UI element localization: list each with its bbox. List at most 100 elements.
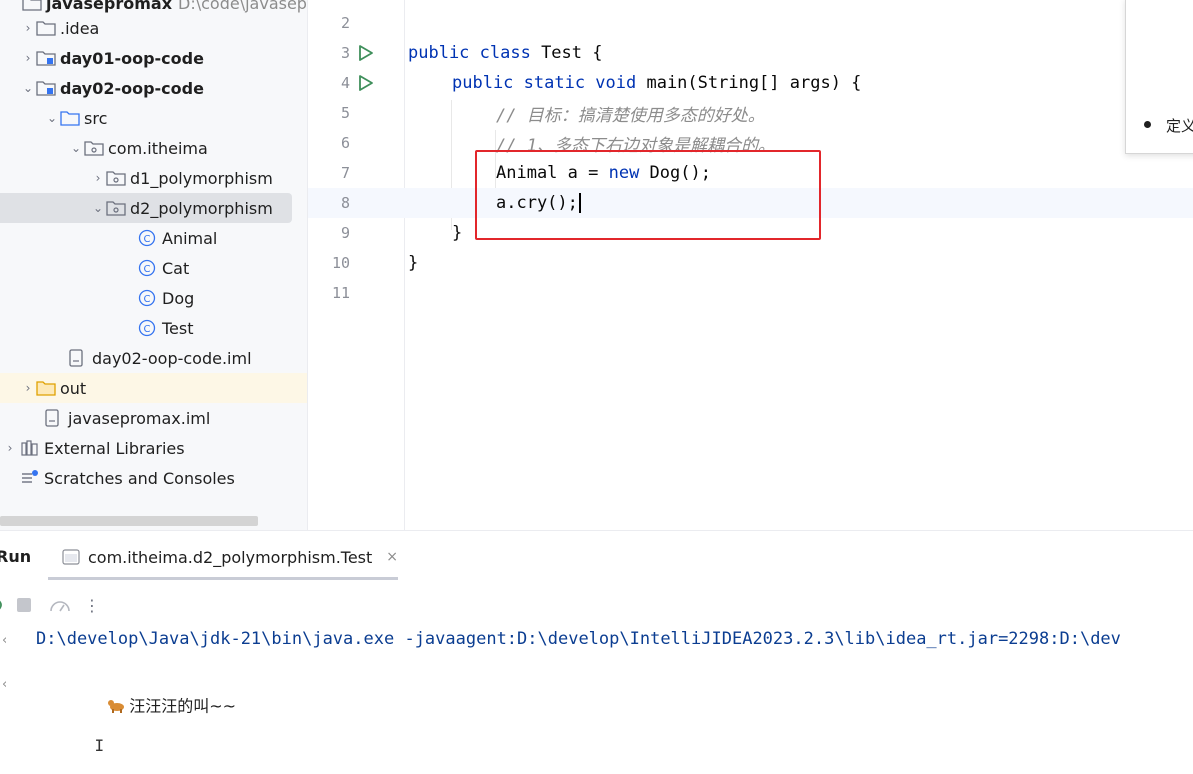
horizontal-scrollbar[interactable] [0,516,258,526]
tree-item-day01[interactable]: › day01-oop-code [0,43,307,73]
profiler-icon[interactable] [48,596,72,614]
line-number: 9 [340,224,350,242]
class-icon: C [138,259,160,277]
chevron-right-icon[interactable]: › [20,381,36,395]
doc-popup: 定义 [1125,0,1193,154]
code-editor[interactable]: 2 3 public class Test { 4 public static … [307,0,1193,530]
tree-item-label: day01-oop-code [60,48,204,68]
module-folder-icon [36,79,58,97]
chevron-up-icon[interactable]: ‹ [2,633,7,648]
more-options-icon[interactable]: ⋮ [84,596,100,615]
tree-item-d2-polymorphism[interactable]: ⌄ d2_polymorphism [0,193,292,223]
line-number: 2 [340,14,350,32]
tree-item-javasepromax-iml[interactable]: javasepromax.iml [0,403,307,433]
close-icon[interactable]: × [386,549,398,565]
tree-item-day02-iml[interactable]: day02-oop-code.iml [0,343,307,373]
tree-item-label: com.itheima [108,138,208,158]
tree-item-label: d2_polymorphism [130,198,273,218]
code-line-current[interactable]: 8 a.cry(); [308,188,1193,218]
tree-item-label: External Libraries [44,438,185,458]
code-line[interactable]: 7 Animal a = new Dog(); [308,158,1193,188]
tree-item-label: Cat [162,258,190,278]
tree-item-src[interactable]: ⌄ src [0,103,307,133]
run-tool-window: Run com.itheima.d2_polymorphism.Test × ⋮… [0,530,1193,755]
chevron-right-icon[interactable]: › [90,171,106,185]
line-number: 5 [340,104,350,122]
rerun-icon[interactable] [0,596,6,614]
file-icon [44,409,66,427]
tree-item-label: out [60,378,87,398]
tree-item-test[interactable]: C Test [0,313,307,343]
chevron-right-icon[interactable]: › [0,441,20,455]
tree-item-day02[interactable]: ⌄ day02-oop-code [0,73,307,103]
console-output-line: 汪汪汪的叫~~ I [36,659,237,774]
chevron-down-icon[interactable]: ‹ [2,677,7,692]
code-text: public static void main(String[] args) { [452,73,861,93]
run-gutter-icon[interactable] [358,74,374,91]
code-comment: // 1、多态下右边对象是解耦合的。 [496,135,775,156]
tree-item-cat[interactable]: C Cat [0,253,307,283]
chevron-down-icon[interactable]: ⌄ [44,111,60,125]
code-line[interactable]: 10 } [308,248,1193,278]
code-line[interactable]: 6 // 1、多态下右边对象是解耦合的。 [308,128,1193,158]
tree-item-dog[interactable]: C Dog [0,283,307,313]
package-icon [106,169,128,187]
run-gutter-icon[interactable] [358,44,374,61]
code-text: a.cry(); [496,193,581,213]
code-fragment: Dog(); [639,163,711,183]
keyword: new [608,163,640,183]
chevron-down-icon[interactable]: ⌄ [68,141,84,155]
tree-item-label: src [84,108,108,128]
code-line[interactable]: 2 [308,8,1193,38]
svg-text:C: C [144,264,151,275]
stop-icon[interactable] [16,597,32,613]
svg-text:C: C [144,234,151,245]
code-comment: // 目标：搞清楚使用多态的好处。 [496,105,765,126]
line-number: 6 [340,134,350,152]
tree-item-animal[interactable]: C Animal [0,223,307,253]
code-fragment: a.cry(); [496,193,578,213]
excluded-folder-icon [36,379,58,397]
keyword: public static void [452,73,637,93]
tree-item-label: Test [162,318,194,338]
line-number: 11 [331,284,350,302]
scratches-icon [20,469,42,487]
code-line[interactable]: 5 // 目标：搞清楚使用多态的好处。 [308,98,1193,128]
code-fragment: Animal a = [496,163,609,183]
svg-text:C: C [144,294,151,305]
package-icon [84,139,106,157]
tree-item-out[interactable]: › out [0,373,307,403]
run-toolbar: ⋮ [0,593,100,617]
tree-root-label: javasepromax [46,0,173,13]
code-line[interactable]: 9 } [308,218,1193,248]
tree-item-idea[interactable]: › .idea [0,13,307,43]
code-line[interactable]: 4 public static void main(String[] args)… [308,68,1193,98]
svg-text:C: C [144,324,151,335]
console-output[interactable]: D:\develop\Java\jdk-21\bin\java.exe -jav… [20,619,1193,755]
chevron-right-icon[interactable]: › [20,51,36,65]
project-tree-panel: javasepromax D:\code\javasepro › .idea ›… [0,0,307,530]
module-folder-icon [22,0,44,12]
tree-item-label: Animal [162,228,218,248]
code-line[interactable]: 3 public class Test { [308,38,1193,68]
run-tab-label: com.itheima.d2_polymorphism.Test [88,547,373,567]
source-folder-icon [60,109,82,127]
chevron-down-icon[interactable]: ⌄ [20,81,36,95]
run-config-tab[interactable]: com.itheima.d2_polymorphism.Test × [48,537,398,577]
tab-underline [48,577,398,580]
file-icon [68,349,90,367]
tree-item-external-libraries[interactable]: › External Libraries [0,433,307,463]
tree-item-d1-polymorphism[interactable]: › d1_polymorphism [0,163,307,193]
chevron-right-icon[interactable]: › [20,21,36,35]
tree-item-scratches[interactable]: Scratches and Consoles [0,463,307,493]
class-icon: C [138,289,160,307]
code-line[interactable]: 11 [308,278,1193,308]
tree-item-label: day02-oop-code.iml [92,348,252,368]
text-cursor-icon: I [94,736,105,755]
chevron-down-icon[interactable]: ⌄ [90,201,106,215]
package-icon [106,199,128,217]
popup-text: 定义 [1166,117,1193,135]
line-number: 10 [331,254,350,272]
tree-item-com-itheima[interactable]: ⌄ com.itheima [0,133,307,163]
code-fragment: main(String[] args) { [636,73,862,93]
